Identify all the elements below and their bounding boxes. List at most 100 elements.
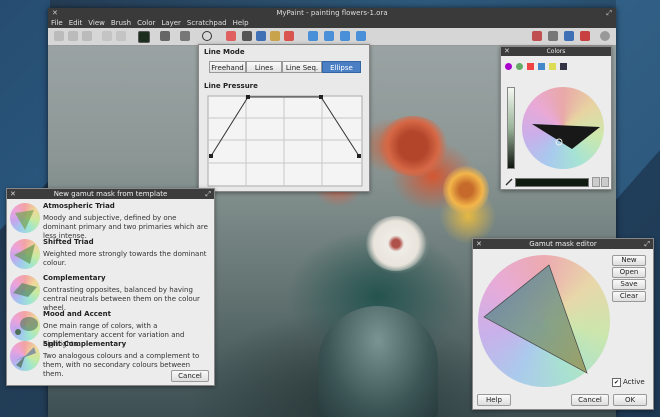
new-mask-button[interactable]: New: [612, 255, 646, 266]
move-icon[interactable]: [308, 31, 318, 41]
close-icon[interactable]: ✕: [504, 47, 510, 56]
cancel-button[interactable]: Cancel: [571, 394, 609, 406]
gamut-mask-editor: ✕ Gamut mask editor ⤢ New Open Save Clea…: [472, 238, 654, 410]
mode-ellipse-button[interactable]: Ellipse: [322, 61, 361, 73]
flip-icon[interactable]: [356, 31, 366, 41]
rotate-icon[interactable]: [340, 31, 350, 41]
mode-lineseq-button[interactable]: Line Seq.: [282, 61, 322, 73]
gamut-editor-titlebar: ✕ Gamut mask editor ⤢: [473, 239, 653, 249]
colors-panel: ✕ Colors: [500, 46, 612, 190]
grid-tab-icon[interactable]: [560, 63, 567, 70]
picker-icon[interactable]: [242, 31, 252, 41]
close-icon[interactable]: ✕: [476, 239, 482, 249]
gamut-mask-wheel[interactable]: [478, 255, 610, 387]
ryb-wheel-tab-icon[interactable]: [516, 63, 523, 70]
layers-icon[interactable]: [532, 31, 542, 41]
brush-icon[interactable]: [160, 31, 170, 41]
colors-panel-titlebar: ✕ Colors: [501, 47, 611, 56]
hcy-wheel-tab-icon[interactable]: [505, 63, 512, 70]
color-panel-icon[interactable]: [564, 31, 574, 41]
sliders-tab-icon[interactable]: [538, 63, 545, 70]
active-checkbox[interactable]: ✔: [612, 378, 621, 387]
eraser-icon[interactable]: [226, 31, 236, 41]
mode-freehand-button[interactable]: Freehand: [209, 61, 246, 73]
luma-slider[interactable]: [507, 87, 515, 169]
clear-mask-button[interactable]: Clear: [612, 291, 646, 302]
red-flower: [378, 116, 448, 176]
palette-tab-icon[interactable]: [527, 63, 534, 70]
menu-edit[interactable]: Edit: [66, 18, 86, 28]
shifted-triad-thumbnail: [10, 239, 40, 269]
history-tab-icon[interactable]: [549, 63, 556, 70]
menu-file[interactable]: File: [48, 18, 66, 28]
template-name: Atmospheric Triad: [43, 202, 115, 210]
current-color-swatch: [515, 178, 589, 187]
stamp-icon[interactable]: [270, 31, 280, 41]
scratchpad-icon[interactable]: [580, 31, 590, 41]
gamut-template-title: New gamut mask from template: [53, 190, 168, 198]
maximize-icon[interactable]: ⤢: [644, 239, 650, 249]
template-name: Complementary: [43, 274, 106, 282]
zoom-icon[interactable]: [324, 31, 334, 41]
split-complementary-thumbnail: [10, 341, 40, 371]
settings-icon[interactable]: [600, 31, 610, 41]
maximize-icon[interactable]: ⤢: [205, 189, 211, 199]
undo-icon[interactable]: [102, 31, 112, 41]
template-name: Mood and Accent: [43, 310, 111, 318]
template-row-shifted-triad[interactable]: Shifted Triad Weighted more strongly tow…: [7, 237, 212, 273]
redo-icon[interactable]: [116, 31, 126, 41]
gamut-mask-triangle[interactable]: [478, 255, 610, 387]
cancel-button[interactable]: Cancel: [171, 370, 209, 382]
active-label: Active: [623, 378, 645, 386]
mode-lines-button[interactable]: Lines: [246, 61, 282, 73]
open-mask-button[interactable]: Open: [612, 267, 646, 278]
ellipse-tool-icon[interactable]: [202, 31, 212, 41]
window-title: MyPaint - painting flowers-1.ora: [276, 9, 388, 17]
line-pressure-heading: Line Pressure: [204, 82, 258, 90]
fill-icon[interactable]: [256, 31, 266, 41]
previous-color-icon[interactable]: [592, 177, 600, 187]
template-name: Split Complementary: [43, 340, 127, 348]
new-icon[interactable]: [54, 31, 64, 41]
menu-layer[interactable]: Layer: [158, 18, 184, 28]
save-icon[interactable]: [82, 31, 92, 41]
gamut-editor-title: Gamut mask editor: [529, 240, 597, 248]
text-icon[interactable]: [284, 31, 294, 41]
gamut-template-titlebar: ✕ New gamut mask from template ⤢: [7, 189, 214, 199]
gamut-template-dialog: ✕ New gamut mask from template ⤢ Atmosph…: [6, 188, 215, 386]
menu-help[interactable]: Help: [230, 18, 252, 28]
ok-button[interactable]: OK: [613, 394, 647, 406]
save-mask-button[interactable]: Save: [612, 279, 646, 290]
template-name: Shifted Triad: [43, 238, 94, 246]
color-swatch-icon[interactable]: [138, 31, 150, 43]
white-flower: [366, 216, 426, 271]
pressure-curve-graph[interactable]: [207, 95, 363, 187]
menu-view[interactable]: View: [85, 18, 108, 28]
window-titlebar: ✕ MyPaint - painting flowers-1.ora ⤢: [48, 8, 616, 18]
gamut-mask-overlay: [532, 124, 600, 149]
symmetry-icon[interactable]: [180, 31, 190, 41]
colors-panel-title: Colors: [546, 48, 566, 55]
brush-settings-icon[interactable]: [548, 31, 558, 41]
menubar: File Edit View Brush Color Layer Scratch…: [48, 18, 616, 28]
atmospheric-triad-thumbnail: [10, 203, 40, 233]
line-mode-selector: Freehand Lines Line Seq. Ellipse: [209, 61, 361, 73]
menu-color[interactable]: Color: [134, 18, 158, 28]
menu-brush[interactable]: Brush: [108, 18, 134, 28]
line-mode-heading: Line Mode: [204, 48, 245, 56]
yellow-flower: [443, 166, 489, 214]
template-row-complementary[interactable]: Complementary Contrasting opposites, bal…: [7, 273, 212, 312]
complementary-thumbnail: [10, 275, 40, 305]
close-icon[interactable]: ✕: [52, 8, 58, 18]
color-details-icon[interactable]: [601, 177, 609, 187]
close-icon[interactable]: ✕: [10, 189, 16, 199]
template-row-atmospheric-triad[interactable]: Atmospheric Triad Moody and subjective, …: [7, 201, 212, 240]
template-desc: Weighted more strongly towards the domin…: [43, 250, 207, 267]
menu-scratchpad[interactable]: Scratchpad: [184, 18, 230, 28]
hcy-color-wheel[interactable]: [522, 87, 604, 169]
open-icon[interactable]: [68, 31, 78, 41]
maximize-icon[interactable]: ⤢: [606, 8, 612, 18]
eyedropper-icon[interactable]: [505, 178, 513, 186]
vase-shape: [318, 306, 438, 417]
help-button[interactable]: Help: [477, 394, 511, 406]
